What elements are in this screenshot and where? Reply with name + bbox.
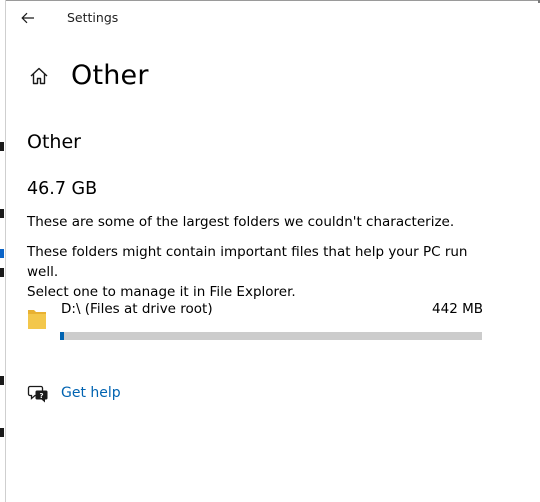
folder-icon: [28, 310, 46, 329]
app-title: Settings: [67, 10, 119, 25]
usage-bar-fill: [60, 332, 64, 340]
back-button[interactable]: [14, 6, 42, 30]
usage-bar: [60, 332, 482, 340]
home-icon: [30, 67, 48, 85]
description-text: These folders might contain important fi…: [27, 242, 497, 302]
chat-help-icon: ?: [27, 385, 48, 403]
background-window-edge: [0, 0, 6, 502]
folder-size: 442 MB: [432, 301, 483, 317]
description-line: These folders might contain important fi…: [27, 244, 468, 280]
title-bar: Settings: [0, 0, 540, 36]
edge-mark: [0, 268, 4, 277]
back-arrow-icon: [21, 12, 34, 24]
edge-mark: [0, 249, 4, 258]
edge-mark: [0, 209, 4, 218]
description-text: These are some of the largest folders we…: [27, 214, 455, 230]
folder-list-item[interactable]: D:\ (Files at drive root) 442 MB: [27, 298, 487, 346]
total-size: 46.7 GB: [27, 179, 98, 199]
edge-mark: [0, 428, 4, 437]
edge-mark: [0, 376, 4, 385]
section-heading: Other: [27, 131, 81, 153]
folder-name: D:\ (Files at drive root): [61, 301, 213, 317]
page-title: Other: [71, 60, 149, 91]
get-help-label[interactable]: Get help: [61, 385, 121, 401]
edge-mark: [0, 142, 4, 151]
svg-text:?: ?: [39, 392, 43, 400]
